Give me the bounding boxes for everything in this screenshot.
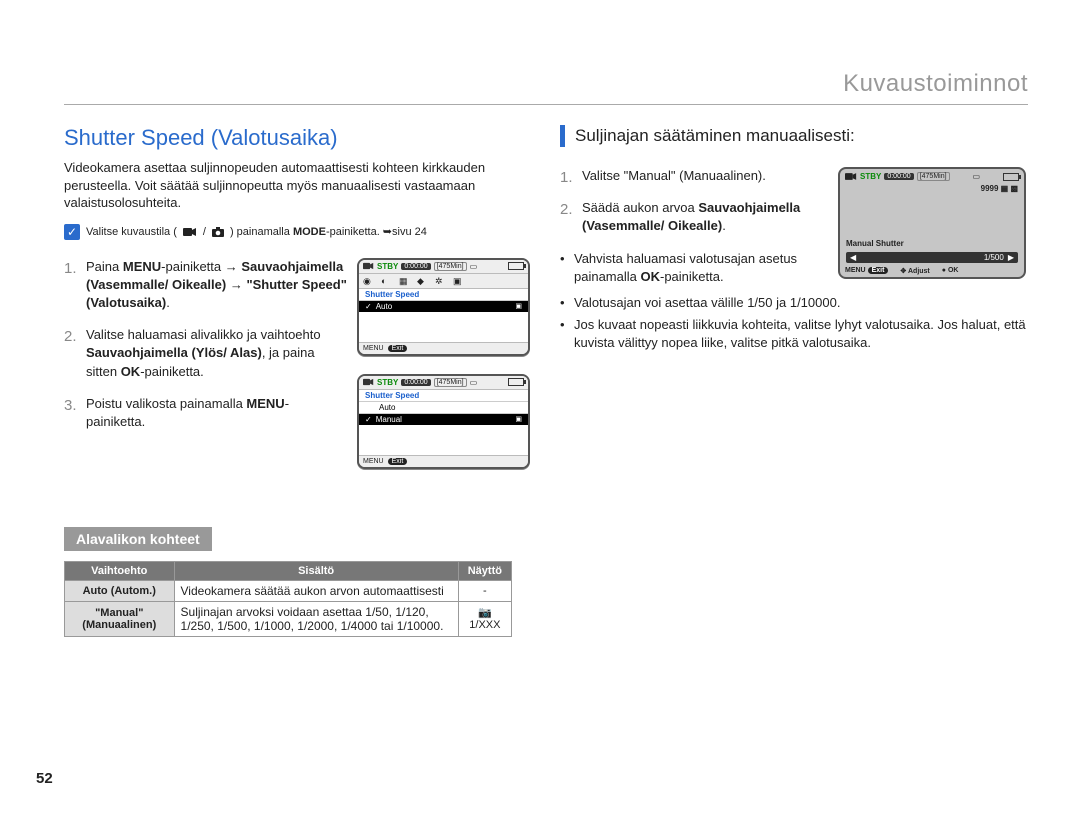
right-column: Suljinajan säätäminen manuaalisesti: Val… [560,125,1028,637]
menu-item-auto: ✓ Auto ▣ [359,301,528,312]
bullet-3: Jos kuvaat nopeasti liikkuvia kohteita, … [560,316,1028,352]
bullet-1: Vahvista haluamasi valotusajan asetus pa… [560,250,826,286]
right-bullets-below: Valotusajan voi asettaa välille 1/50 ja … [560,294,1028,353]
stby-label: STBY [860,172,881,181]
card-icon: ▭ [470,378,478,387]
stby-label: STBY [377,378,398,387]
stby-label: STBY [377,262,398,271]
exit-label: Exit [868,267,889,274]
video-icon [845,172,857,181]
opt-cell: "Manual" (Manuaalinen) [65,601,175,636]
exit-label: Exit [388,458,408,465]
min-label: [475Min] [917,172,950,181]
desc-cell: Videokamera säätää aukon arvon automaatt… [174,580,458,601]
icon-row: ◉◐▦◆✲▣ [359,274,528,289]
time-label: 0:00:00 [401,263,430,270]
video-icon [363,262,374,270]
menu-title: Shutter Speed [359,289,528,301]
desc-cell: Suljinajan arvoksi voidaan asettaa 1/50,… [174,601,458,636]
lcd-screenshot-1: STBY 0:00:00 [475Min] ▭ ◉◐▦◆✲▣ Shutter S… [357,258,530,356]
card-icon: ▭ [973,172,981,181]
right-bullets: Vahvista haluamasi valotusajan asetus pa… [560,250,826,286]
min-label: [475Min] [434,378,467,387]
menu-label: MENU [363,345,384,352]
left-column: Shutter Speed (Valotusaika) Videokamera … [64,125,532,637]
min-label: [475Min] [434,262,467,271]
section-title: Shutter Speed (Valotusaika) [64,125,532,151]
sub-section-heading: Alavalikon kohteet [64,527,212,551]
time-label: 0:00:00 [884,173,913,180]
table-row: "Manual" (Manuaalinen) Suljinajan arvoks… [65,601,512,636]
ok-label: ● OK [942,267,959,275]
count-label: 9999 [981,184,999,193]
expand-icon: ▣ [515,415,522,423]
mode-hint: ✓ Valitse kuvaustila ( / ) painamalla MO… [64,220,532,244]
camera-icon [212,227,224,237]
video-icon [363,378,374,386]
table-header: Vaihtoehto [65,561,175,580]
table-row: Auto (Autom.) Videokamera säätää aukon a… [65,580,512,601]
exit-label: Exit [388,345,408,352]
battery-icon [1003,173,1019,181]
lcd-screenshot-right: STBY 0:00:00 [475Min] ▭ 9999 ▦ ▩ Manual … [838,167,1026,279]
card-icon: ▭ [470,262,478,271]
mode-text-before: Valitse kuvaustila ( [86,226,177,238]
left-steps: Paina MENU-painiketta → Sauvaohjaimella … [64,258,347,432]
right-step-1: Valitse "Manual" (Manuaalinen). [560,167,826,185]
check-icon: ✓ [64,224,80,240]
step-1: Paina MENU-painiketta → Sauvaohjaimella … [64,258,347,313]
bullet-2: Valotusajan voi asettaa välille 1/50 ja … [560,294,1028,312]
menu-item-manual: ✓ Manual ▣ [359,414,528,425]
right-arrow-icon: ▶ [1008,253,1014,262]
check-icon: ✓ [365,302,372,311]
page-header: Kuvaustoiminnot [64,70,1028,105]
menu-item-auto: Auto [359,402,528,414]
step-2: Valitse haluamasi alivalikko ja vaihtoeh… [64,326,347,381]
disp-cell: - [458,580,511,601]
shutter-value: 1/500 [984,253,1004,262]
right-steps: Valitse "Manual" (Manuaalinen). Säädä au… [560,167,826,236]
lcd-screenshot-2: STBY 0:00:00 [475Min] ▭ Shutter Speed Au… [357,374,530,469]
menu-label: MENU [845,267,866,274]
check-icon: ✓ [365,415,372,424]
video-icon [183,227,197,237]
menu-title: Shutter Speed [359,390,528,402]
table-header: Näyttö [458,561,511,580]
menu-label: MENU [363,458,384,465]
left-arrow-icon: ◀ [850,253,856,262]
disp-cell: 📷 1/XXX [458,601,511,636]
adjust-label: ✥ Adjust [900,267,929,275]
table-header: Sisältö [174,561,458,580]
shutter-bar: ◀ 1/500 ▶ [846,252,1018,263]
manual-shutter-label: Manual Shutter [840,237,1024,250]
res-icon: ▦ ▩ [1001,184,1018,193]
mode-text-after: ) painamalla MODE-painiketta. ➥sivu 24 [230,225,427,238]
slash: / [203,226,206,238]
battery-icon [508,378,524,386]
time-label: 0:00:00 [401,379,430,386]
right-step-2: Säädä aukon arvoa Sauvaohjaimella (Vasem… [560,199,826,235]
step-3: Poistu valikosta painamalla MENU-painike… [64,395,347,431]
intro-text: Videokamera asettaa suljinnopeuden autom… [64,159,532,212]
expand-icon: ▣ [515,302,522,310]
opt-cell: Auto (Autom.) [65,580,175,601]
page-number: 52 [36,770,53,787]
submenu-table: Vaihtoehto Sisältö Näyttö Auto (Autom.) … [64,561,512,637]
battery-icon [508,262,524,270]
right-title: Suljinajan säätäminen manuaalisesti: [560,125,1028,147]
